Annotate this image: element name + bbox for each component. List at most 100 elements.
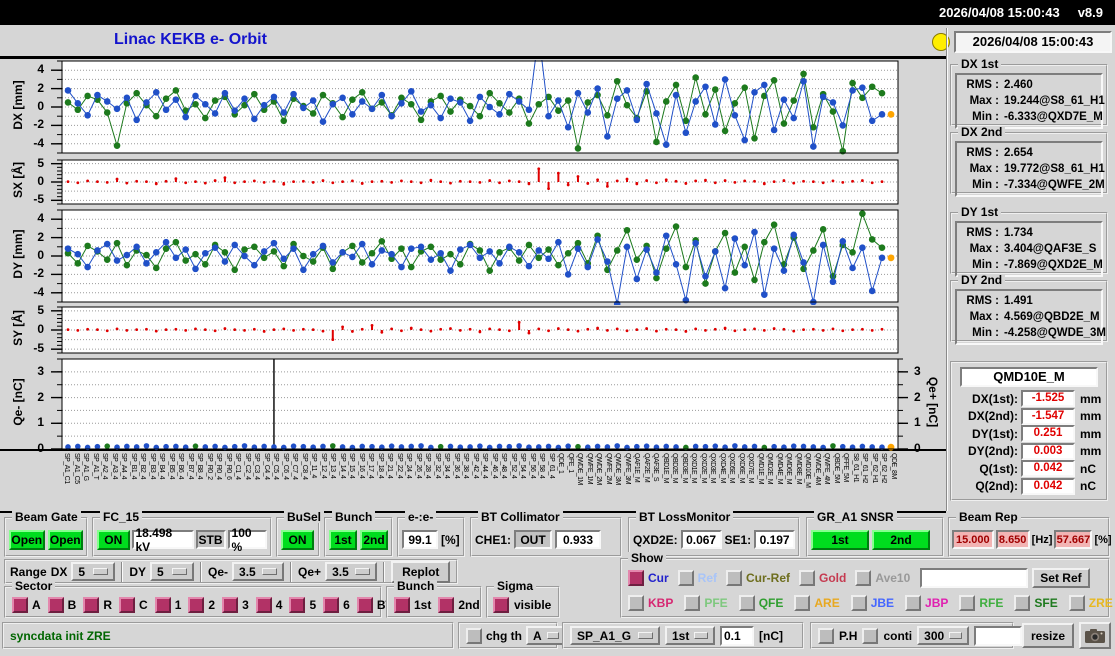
show-are-checkbox[interactable] [794,595,811,611]
bunch-2nd-checkbox[interactable] [438,596,455,613]
monitor-row-label: DX(2nd): [968,409,1018,424]
count-dropdown[interactable]: 300 [917,626,970,645]
x-tick-label: SP_C8_4 [301,453,308,480]
show-ave10-checkbox[interactable] [855,570,872,586]
chg-th-checkbox[interactable] [466,627,482,644]
sector-a-label: A [32,597,41,612]
screenshot-button[interactable] [1079,622,1111,649]
stat-value: 19.244@S8_61_H1 [1004,95,1105,107]
stats-row: RMS : 1.491 [959,293,1099,309]
monitor-row: DX(1st): -1.525 mm [956,390,1102,408]
x-tick-label: QBD1E_M [662,453,669,483]
sector-5-checkbox[interactable] [289,596,306,613]
show-rfe-checkbox[interactable] [959,595,976,611]
extra-input[interactable] [974,625,1023,646]
x-tick-label: SP_B1_4 [130,453,137,480]
sx-y-tick-label: 5 [37,155,44,170]
stats-row: RMS : 1.734 [959,225,1099,241]
x-tick-label: SP_A1_T [92,453,99,480]
bunch-2nd-button[interactable]: 2nd [360,529,388,550]
sector-c-checkbox[interactable] [119,596,136,613]
fc15-on-button[interactable]: ON [97,529,130,550]
beam-gate-open-2-button[interactable]: Open [47,529,83,550]
stat-label: Max : [969,311,999,323]
chg-th-dropdown[interactable]: A [526,626,566,645]
bpm-dropdown[interactable]: SP_A1_G [570,626,660,645]
show-kbp-label: KBP [648,596,674,610]
bt-collimator-group: BT Collimator CHE1: OUT 0.933 [470,511,622,557]
fc15-stb-status: STB [195,530,226,549]
stat-value: 2.654 [1004,147,1033,159]
x-tick-label: SP_B7_4 [187,453,194,480]
range-qe-minus-dropdown[interactable]: 3.5 [232,562,285,581]
set-ref-button[interactable]: Set Ref [1032,568,1090,588]
stats-row: RMS : 2.654 [959,145,1099,161]
conti-checkbox[interactable] [862,627,879,644]
show-pfe-item: PFE [684,595,728,611]
show-ave10-item: Ave10 [855,570,910,586]
show-jbe-checkbox[interactable] [850,595,867,611]
sector-r-checkbox[interactable] [83,596,100,613]
sigma-visible-checkbox[interactable] [493,596,509,613]
show-jbp-checkbox[interactable] [905,595,922,611]
show-qfe-checkbox[interactable] [738,595,755,611]
sector-a-checkbox[interactable] [12,596,28,613]
sector-b-checkbox[interactable] [47,596,64,613]
x-tick-label: QWDE_2M [595,453,602,485]
sector-3-checkbox[interactable] [222,596,239,613]
range-qe-plus-dropdown[interactable]: 3.5 [325,562,378,581]
show-cur-checkbox[interactable] [628,570,644,586]
qxd2e-value: 0.067 [680,530,722,549]
x-tick-label: QXD2E_M [700,453,707,483]
show-cur-label: Cur [648,571,669,585]
x-tick-label: QWFE_2M [605,453,612,485]
ph-checkbox[interactable] [818,627,834,644]
monitor-row-label: Q(2nd): [975,479,1018,494]
dx-y-tick-label: 0 [37,99,44,113]
sector-bt-checkbox[interactable] [356,596,373,613]
gr-a1-1st-button[interactable]: 1st [811,529,869,550]
x-tick-label: SP_52_4 [510,453,517,479]
show-kbp-checkbox[interactable] [628,595,644,611]
ref-name-input[interactable] [920,568,1029,588]
x-tick-label: QWFE_3M [624,453,631,485]
range-dy-dropdown[interactable]: 5 [150,562,195,581]
range-dx-dropdown[interactable]: 5 [71,562,116,581]
sector-3-item: 3 [222,596,249,613]
stat-value: -7.869@QXD2E_M [1004,259,1103,271]
stat-value: 2.460 [1004,79,1033,91]
se1-label: SE1: [724,532,752,547]
sector-2-checkbox[interactable] [188,596,205,613]
stats-panel: RMS : 1.491 Max : 4.569@QBD2E_M Min : -4.258@… [955,289,1106,345]
x-tick-label: S8_61_H1 [852,453,859,483]
bunch-dropdown[interactable]: 1st [665,626,715,645]
bt-lossmonitor-title: BT LossMonitor [636,511,734,523]
show-zre-checkbox[interactable] [1068,595,1085,611]
sector-4-checkbox[interactable] [255,596,272,613]
monitor-row-value: -1.525 [1021,390,1075,408]
show-ref-checkbox[interactable] [677,570,694,586]
stats-group-title: DY 2nd [958,274,1006,286]
sector-6-checkbox[interactable] [323,596,340,613]
threshold-input[interactable] [720,625,754,646]
resize-button[interactable]: resize [1022,623,1074,648]
x-tick-label: SP_14_4 [339,453,346,479]
show-pfe-checkbox[interactable] [684,595,701,611]
page-title: Linac KEKB e- Orbit [114,31,267,48]
show-cur-ref-checkbox[interactable] [726,570,743,586]
show-sfe-checkbox[interactable] [1014,595,1031,611]
x-tick-label: SP_61_H2 [861,453,868,483]
stat-value: 19.772@S8_61_H1 [1004,163,1105,175]
bunch-1st-button[interactable]: 1st [329,529,357,550]
busel-on-button[interactable]: ON [281,529,314,550]
gr-a1-2nd-button[interactable]: 2nd [872,529,930,550]
ph-label: P.H [839,628,858,643]
bunch-1st-checkbox[interactable] [394,596,410,613]
acquisition-panel: P.H conti 300 [810,622,1023,649]
x-tick-label: SP_24_4 [405,453,412,479]
beam-gate-open-1-button[interactable]: Open [9,529,45,550]
sector-c-label: C [139,597,148,612]
divider [121,561,124,582]
show-gold-checkbox[interactable] [799,570,816,586]
sector-1-checkbox[interactable] [154,596,171,613]
